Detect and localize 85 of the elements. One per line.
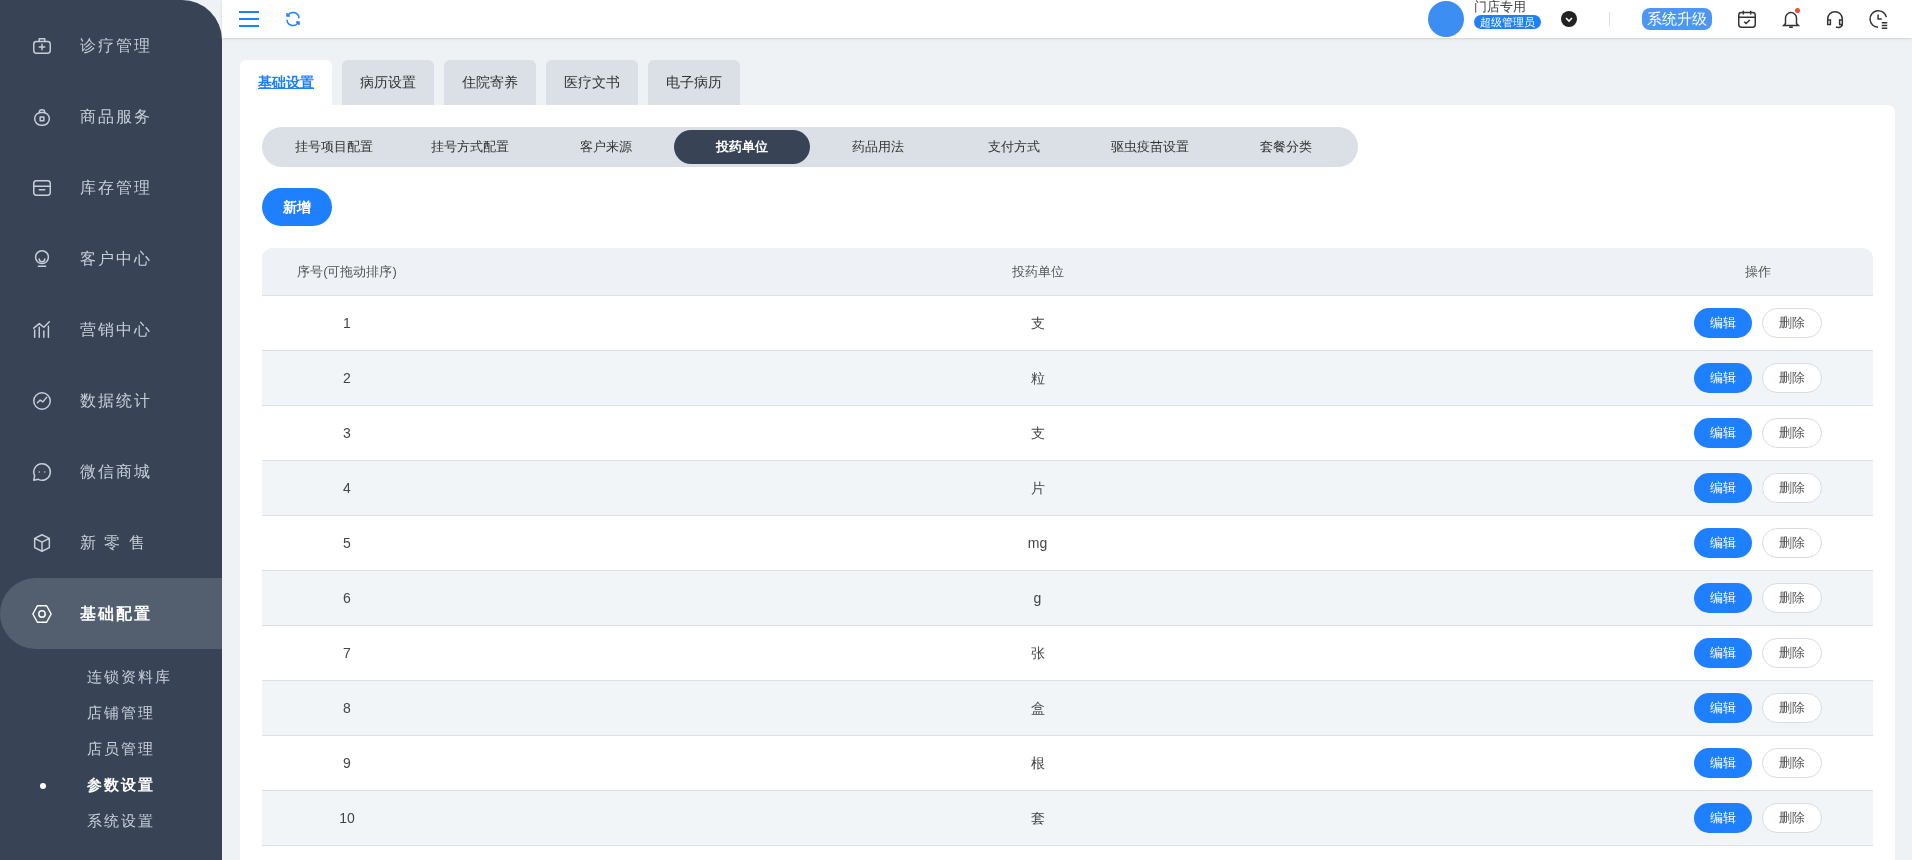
edit-button[interactable]: 编辑 <box>1694 528 1752 558</box>
submenu-item[interactable]: 系统设置 <box>0 803 222 839</box>
delete-button[interactable]: 删除 <box>1762 803 1822 833</box>
table-cell-text: 粒 <box>1029 368 1046 388</box>
refresh-icon[interactable] <box>284 10 302 28</box>
subtab[interactable]: 挂号项目配置 <box>266 130 402 164</box>
table-cell-text: 10 <box>338 808 356 828</box>
sidebar-item[interactable]: 库存管理 <box>0 152 222 223</box>
delete-button[interactable]: 删除 <box>1762 363 1822 393</box>
edit-button[interactable]: 编辑 <box>1694 583 1752 613</box>
chat-bubble-icon <box>31 460 53 483</box>
edit-button[interactable]: 编辑 <box>1694 748 1752 778</box>
subtab[interactable]: 支付方式 <box>946 130 1082 164</box>
delete-button[interactable]: 删除 <box>1762 418 1822 448</box>
submenu-item[interactable]: 连锁资料库 <box>0 659 222 695</box>
subtab[interactable]: 挂号方式配置 <box>402 130 538 164</box>
table-cell-text: 2 <box>342 368 352 388</box>
trend-chart-icon <box>31 389 53 412</box>
table-cell-text: 根 <box>1029 753 1046 773</box>
tab[interactable]: 电子病历 <box>648 60 740 105</box>
tab[interactable]: 医疗文书 <box>546 60 638 105</box>
sidebar-item[interactable]: 商品服务 <box>0 81 222 152</box>
table-cell-text: 套 <box>1029 808 1046 828</box>
edit-button[interactable]: 编辑 <box>1694 638 1752 668</box>
table-cell-text: 6 <box>342 588 352 608</box>
table-cell-text: mg <box>1026 533 1049 553</box>
sidebar-item[interactable]: 诊疗管理 <box>0 10 222 81</box>
avatar <box>1428 1 1464 37</box>
delete-button[interactable]: 删除 <box>1762 638 1822 668</box>
chevron-down-icon[interactable] <box>1561 11 1577 27</box>
role-badge: 超级管理员 <box>1474 15 1541 29</box>
sidebar-item[interactable]: 数据统计 <box>0 365 222 436</box>
table-cell-text: 支 <box>1029 423 1046 443</box>
tab[interactable]: 病历设置 <box>342 60 434 105</box>
table-cell-text: 盒 <box>1029 698 1046 718</box>
sidebar-item[interactable]: 基础配置 <box>0 578 222 649</box>
bar-chart-icon <box>31 318 53 341</box>
calendar-icon[interactable] <box>1736 8 1758 30</box>
table-cell-text: 3 <box>342 423 352 443</box>
table-cell-text: 1 <box>342 313 352 333</box>
clock-list-icon[interactable] <box>1868 8 1890 30</box>
cube-icon <box>31 531 53 554</box>
delete-button[interactable]: 删除 <box>1762 693 1822 723</box>
table-cell-text: 5 <box>342 533 352 553</box>
sidebar-item[interactable]: 微信商城 <box>0 436 222 507</box>
add-button[interactable]: 新增 <box>262 188 332 226</box>
subtab[interactable]: 投药单位 <box>674 130 810 164</box>
edit-button[interactable]: 编辑 <box>1694 693 1752 723</box>
delete-button[interactable]: 删除 <box>1762 528 1822 558</box>
edit-button[interactable]: 编辑 <box>1694 803 1752 833</box>
table-cell-text: 张 <box>1029 643 1046 663</box>
edit-button[interactable]: 编辑 <box>1694 308 1752 338</box>
delete-button[interactable]: 删除 <box>1762 473 1822 503</box>
table-cell-text: 支 <box>1029 313 1046 333</box>
sidebar-item[interactable]: 客户中心 <box>0 223 222 294</box>
edit-button[interactable]: 编辑 <box>1694 363 1752 393</box>
tab[interactable]: 基础设置 <box>240 60 332 105</box>
delete-button[interactable]: 删除 <box>1762 583 1822 613</box>
column-header: 操作 <box>1744 262 1772 281</box>
column-header: 序号(可拖动排序) <box>296 262 398 281</box>
tab[interactable]: 住院寄养 <box>444 60 536 105</box>
table-cell-text: 片 <box>1029 478 1046 498</box>
settings-icon <box>31 602 53 625</box>
sidebar-item[interactable]: 新 零 售 <box>0 507 222 578</box>
table-cell-text: 9 <box>342 753 352 773</box>
delete-button[interactable]: 删除 <box>1762 748 1822 778</box>
sidebar-item[interactable]: 营销中心 <box>0 294 222 365</box>
edit-button[interactable]: 编辑 <box>1694 473 1752 503</box>
submenu-item[interactable]: 店铺管理 <box>0 695 222 731</box>
edit-button[interactable]: 编辑 <box>1694 418 1752 448</box>
column-header: 投药单位 <box>1010 262 1065 281</box>
subtab[interactable]: 客户来源 <box>538 130 674 164</box>
submenu-item[interactable]: 店员管理 <box>0 731 222 767</box>
subtab[interactable]: 驱虫疫苗设置 <box>1082 130 1218 164</box>
table-cell-text: 7 <box>342 643 352 663</box>
delete-button[interactable]: 删除 <box>1762 308 1822 338</box>
subtab[interactable]: 套餐分类 <box>1218 130 1354 164</box>
table-cell-text: g <box>1032 588 1043 608</box>
menu-icon[interactable] <box>238 10 260 28</box>
table-cell-text: 8 <box>342 698 352 718</box>
subtab[interactable]: 药品用法 <box>810 130 946 164</box>
table-cell-text: 4 <box>342 478 352 498</box>
submenu-item[interactable]: 参数设置 <box>0 767 222 803</box>
headset-icon[interactable] <box>1824 8 1846 30</box>
user-name: 门店专用 <box>1474 0 1526 15</box>
